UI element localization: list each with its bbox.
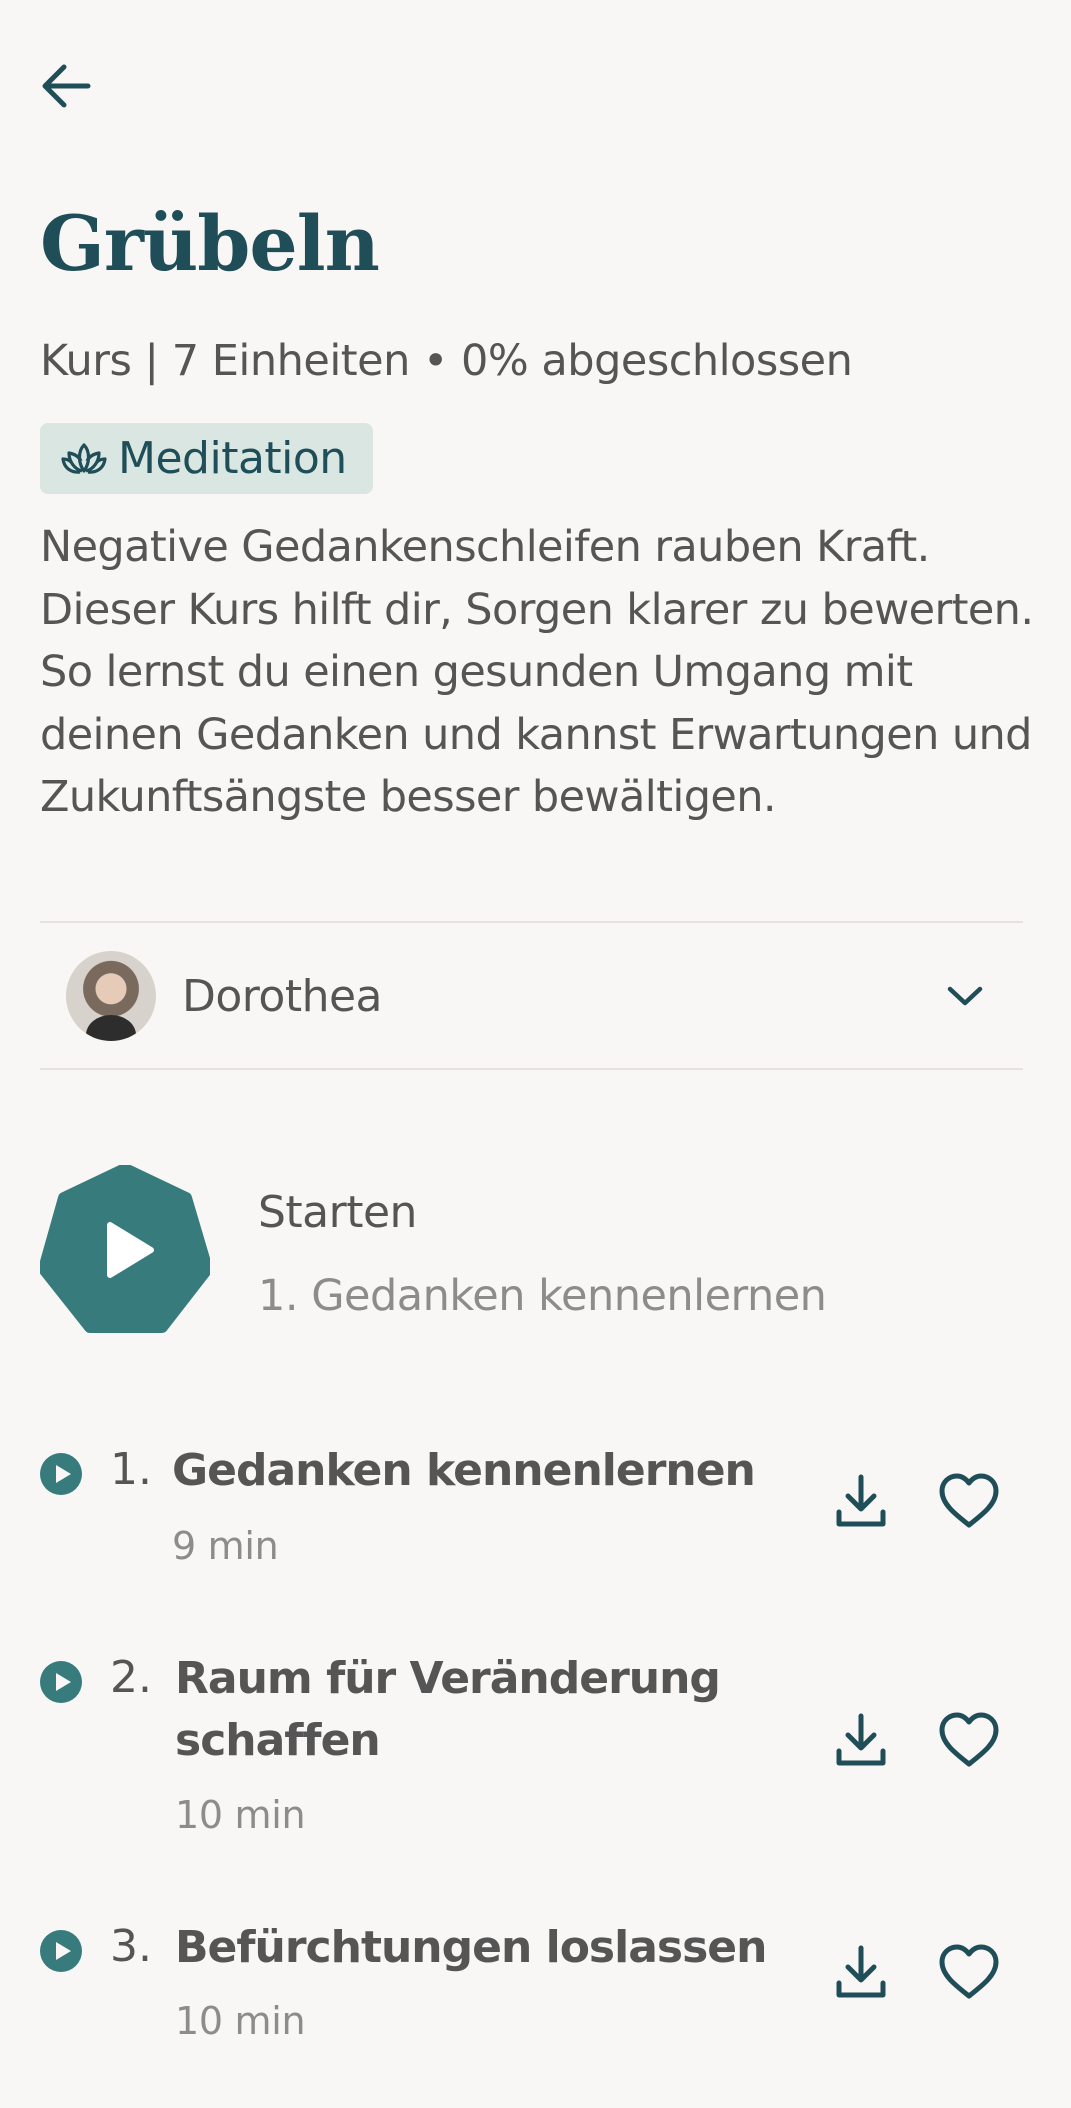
favorite-button[interactable] (934, 1937, 1004, 2007)
start-label: Starten (258, 1187, 417, 1238)
unit-duration: 10 min (175, 1793, 306, 1837)
unit-title: Gedanken kennenlernen (172, 1445, 756, 1496)
unit-item[interactable]: 3. Befürchtungen loslassen 10 min (40, 1917, 1023, 2057)
heart-icon (939, 1473, 999, 1528)
download-button[interactable] (826, 1466, 896, 1536)
play-icon[interactable] (40, 1453, 82, 1495)
start-course-section[interactable]: Starten 1. Gedanken kennenlernen (38, 1163, 1023, 1335)
divider (40, 921, 1023, 923)
start-play-button[interactable] (38, 1163, 213, 1335)
chevron-down-icon (947, 986, 983, 1006)
page-title: Grübeln (40, 199, 380, 288)
course-description: Negative Gedankenschleifen rauben Kraft.… (40, 522, 1034, 822)
unit-number: 2. (110, 1652, 152, 1703)
expand-button[interactable] (935, 966, 995, 1026)
arrow-left-icon (42, 64, 91, 108)
heart-icon (939, 1712, 999, 1767)
unit-number: 3. (110, 1921, 152, 1972)
download-icon (836, 1474, 886, 1527)
favorite-button[interactable] (934, 1466, 1004, 1536)
avatar (66, 951, 156, 1041)
unit-duration: 10 min (175, 1999, 306, 2043)
unit-item[interactable]: 2. Raum für Veränderung schaffen 10 min (40, 1648, 1023, 1838)
unit-duration: 9 min (172, 1524, 279, 1568)
play-icon[interactable] (40, 1661, 82, 1703)
download-button[interactable] (826, 1705, 896, 1775)
play-icon[interactable] (40, 1930, 82, 1972)
unit-title: Raum für Veränderung schaffen (175, 1653, 721, 1766)
start-subtitle: 1. Gedanken kennenlernen (258, 1271, 827, 1321)
unit-item[interactable]: 1. Gedanken kennenlernen 9 min (40, 1440, 1023, 1580)
favorite-button[interactable] (934, 1705, 1004, 1775)
divider (40, 1068, 1023, 1070)
category-tag-label: Meditation (118, 433, 347, 484)
unit-title: Befürchtungen loslassen (175, 1922, 767, 1973)
course-meta: Kurs | 7 Einheiten • 0% abgeschlossen (40, 336, 853, 386)
download-button[interactable] (826, 1937, 896, 2007)
heart-icon (939, 1944, 999, 1999)
category-tag: Meditation (40, 423, 373, 494)
lotus-icon (61, 442, 107, 474)
back-button[interactable] (40, 56, 110, 116)
teacher-selector[interactable]: Dorothea (40, 924, 1023, 1068)
unit-number: 1. (110, 1444, 152, 1495)
teacher-name: Dorothea (182, 970, 383, 1022)
download-icon (836, 1713, 886, 1766)
download-icon (836, 1945, 886, 1998)
